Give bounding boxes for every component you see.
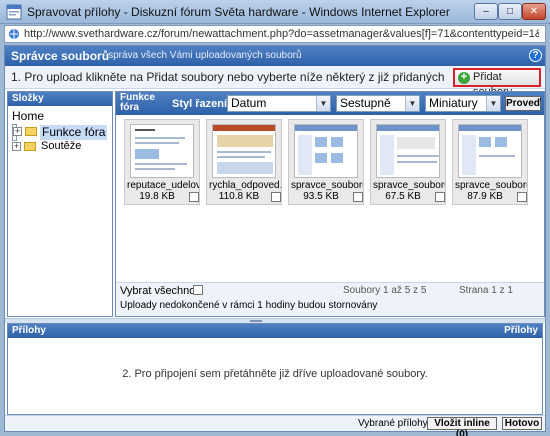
address-bar[interactable]: http://www.svethardware.cz/forum/newatta… [4,25,546,43]
file-name: spravce_souboru_0 [373,180,445,191]
file-count: Soubory 1 až 5 z 5 [343,285,427,296]
page-icon [9,29,19,39]
window-titlebar: Spravovat přílohy - Diskuzní fórum Světa… [0,0,550,24]
files-toolbar: Funkce fóra Styl řazení: Datum ▼ Sestupn… [116,92,544,115]
sort-label: Styl řazení: [172,98,231,110]
folder-item[interactable]: + Funkce fóra [12,124,108,141]
file-name: spravce_souboru_0 [455,180,527,191]
file-thumbnail[interactable]: spravce_souboru_0 93.5 KB [288,119,364,205]
insert-inline-button[interactable]: Vložit inline (0) [427,417,497,436]
view-value: Miniatury [429,96,478,110]
file-thumbnail[interactable]: rychla_odpoved.pn 110.8 KB [206,119,282,205]
file-preview [458,124,522,178]
done-button[interactable]: Hotovo [502,417,542,430]
chevron-down-icon: ▼ [405,96,419,111]
page-indicator: Strana 1 z 1 [459,285,513,296]
attachments-panel[interactable]: Přílohy Přílohy 2. Pro připojení sem pře… [7,323,543,415]
attachment-manager: Správce souborů - správa všech Vámi uplo… [4,45,546,436]
apply-button[interactable]: Proveď [505,96,541,111]
folder-label: Funkce fóra [40,125,108,140]
folder-icon [25,127,37,136]
file-name: rychla_odpoved.pn [209,180,281,191]
file-size: 19.8 KB [139,191,175,202]
file-name: spravce_souboru_0 [291,180,363,191]
file-checkbox[interactable] [353,192,363,202]
internet-explorer-icon [6,4,22,20]
help-icon[interactable]: ? [529,49,542,62]
attachments-title: Přílohy [12,325,46,336]
app-subtitle: - správa všech Vámi uploadovaných soubor… [102,50,302,61]
add-files-button[interactable]: + Přidat soubory [453,68,541,98]
instruction-bar: 1. Pro upload klikněte na Přidat soubory… [5,66,545,98]
app-header: Správce souborů - správa všech Vámi uplo… [5,46,545,66]
direction-select[interactable]: Sestupně ▼ [336,95,420,112]
maximize-button[interactable]: □ [498,3,522,20]
file-preview [130,124,194,178]
url-text: http://www.svethardware.cz/forum/newatta… [24,28,539,40]
file-checkbox[interactable] [435,192,445,202]
file-thumbnail[interactable]: spravce_souboru_0 87.9 KB [452,119,528,205]
file-size: 67.5 KB [385,191,421,202]
file-thumbnail[interactable]: reputace_udelovan 19.8 KB [124,119,200,205]
folder-icon [24,142,36,151]
sort-value: Datum [231,96,267,110]
minimize-button[interactable]: – [474,3,498,20]
file-preview [294,124,358,178]
expand-icon[interactable]: + [13,127,22,136]
upload-instruction: 1. Pro upload klikněte na Přidat soubory… [11,70,445,84]
folders-panel: Složky Home + Funkce fóra + Soutěže [7,91,113,317]
thumbnail-grid: reputace_udelovan 19.8 KB rychla_odpoved… [120,119,540,249]
app-title: Správce souborů [11,49,110,63]
file-checkbox[interactable] [271,192,281,202]
file-checkbox[interactable] [517,192,527,202]
selection-bar: Vybrat všechno Soubory 1 až 5 z 5 Strana… [116,282,544,316]
file-preview [376,124,440,178]
attachments-header-right: Přílohy [504,325,538,336]
files-panel: Funkce fóra Styl řazení: Datum ▼ Sestupn… [115,91,545,317]
window-title: Spravovat přílohy - Diskuzní fórum Světa… [27,5,450,19]
attachments-header: Přílohy Přílohy [8,324,542,338]
expand-icon[interactable]: + [12,142,21,151]
file-preview [212,124,276,178]
folder-home[interactable]: Home [12,109,44,123]
sort-select[interactable]: Datum ▼ [227,95,331,112]
pending-upload-note: Uploady nedokončené v rámci 1 hodiny bud… [120,300,378,311]
splitter-grip-icon [250,320,262,322]
plus-icon: + [458,72,470,84]
footer-bar: Vybrané přílohy: Vložit inline (0) Hotov… [5,415,545,436]
file-name: reputace_udelovan [127,180,199,191]
chevron-down-icon: ▼ [316,96,330,111]
folder-label: Soutěže [41,140,82,152]
drop-hint: 2. Pro připojení sem přetáhněte již dřív… [122,368,428,380]
file-size: 93.5 KB [303,191,339,202]
file-checkbox[interactable] [189,192,199,202]
selected-attachments-label: Vybrané přílohy: [358,418,431,429]
close-button[interactable]: ✕ [522,3,546,20]
folders-header: Složky [8,92,112,106]
current-folder-name: Funkce fóra [120,92,156,113]
file-size: 87.9 KB [467,191,503,202]
file-thumbnail[interactable]: spravce_souboru_0 67.5 KB [370,119,446,205]
chevron-down-icon: ▼ [486,96,500,111]
select-all-label: Vybrat všechno [120,285,196,297]
view-select[interactable]: Miniatury ▼ [425,95,501,112]
direction-value: Sestupně [340,96,391,110]
select-all-checkbox[interactable] [193,285,203,295]
file-size: 110.8 KB [218,191,260,202]
